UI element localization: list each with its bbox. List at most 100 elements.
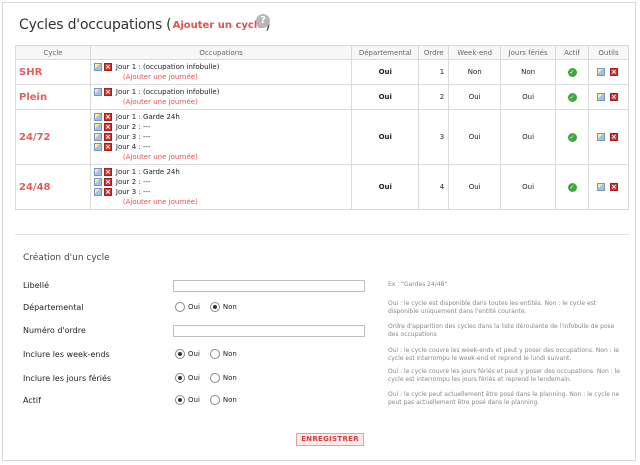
title-open-paren: ( — [166, 17, 172, 33]
weekends-radio-label: Non — [222, 350, 237, 358]
ordre-cell: 4 — [418, 164, 450, 210]
edit-icon[interactable] — [93, 88, 102, 96]
weekends-radio-oui[interactable] — [175, 349, 185, 359]
feries-cell: Oui — [500, 109, 557, 165]
edit-icon[interactable] — [93, 133, 102, 141]
col-departemental: Départemental — [351, 45, 420, 60]
table-row: 24/48 × Jour 1 : Garde 24h × Jour 2 : --… — [15, 164, 630, 210]
edit-cycle-icon[interactable] — [596, 133, 605, 141]
add-day-close: ) — [195, 198, 198, 206]
actif-cell: ✓ — [555, 164, 589, 210]
delete-cycle-icon[interactable]: × — [609, 93, 618, 101]
feries-label: Inclure les jours fériés — [23, 374, 112, 383]
departemental-cell: Oui — [351, 59, 420, 85]
delete-icon[interactable]: × — [103, 178, 112, 186]
col-actif: Actif — [555, 45, 589, 60]
delete-icon[interactable]: × — [103, 63, 112, 71]
weekends-radios: Oui Non — [175, 349, 247, 359]
cycle-name: 24/48 — [15, 164, 91, 210]
delete-cycle-icon[interactable]: × — [609, 68, 618, 76]
add-day-close: ) — [195, 98, 198, 106]
actif-radio-oui[interactable] — [175, 395, 185, 405]
add-day-link[interactable]: Ajouter une journée — [126, 153, 195, 161]
occupation-text: Jour 1 : (occupation infobulle) — [115, 88, 220, 96]
submit-button[interactable]: ENREGISTRER — [296, 433, 364, 446]
actif-cell: ✓ — [555, 109, 589, 165]
table-row: SHR × Jour 1 : (occupation infobulle) (A… — [15, 59, 630, 85]
add-day-link[interactable]: Ajouter une journée — [126, 98, 195, 106]
page-title: Cycles d'occupations — [19, 17, 163, 33]
delete-icon[interactable]: × — [103, 133, 112, 141]
edit-cycle-icon[interactable] — [596, 183, 605, 191]
edit-icon[interactable] — [93, 123, 102, 131]
col-outils: Outils — [587, 45, 630, 60]
delete-icon[interactable]: × — [103, 123, 112, 131]
occupation-line: × Jour 4 : --- — [93, 142, 351, 152]
edit-icon[interactable] — [93, 168, 102, 176]
delete-icon[interactable]: × — [103, 168, 112, 176]
feries-radio-oui[interactable] — [175, 373, 185, 383]
actif-radio-non[interactable] — [209, 395, 220, 405]
occupation-line: × Jour 1 : (occupation infobulle) — [93, 87, 351, 97]
delete-cycle-icon[interactable]: × — [609, 133, 618, 141]
add-day-wrap: (Ajouter une journée) — [94, 72, 351, 82]
delete-icon[interactable]: × — [103, 143, 112, 151]
weekends-label: Inclure les week-ends — [23, 350, 110, 359]
section-divider — [15, 234, 629, 235]
add-day-wrap: (Ajouter une journée) — [94, 197, 351, 207]
add-cycle-link[interactable]: Ajouter un cycle — [173, 20, 264, 31]
edit-cycle-icon[interactable] — [596, 93, 605, 101]
occupation-text: Jour 3 : --- — [115, 133, 151, 141]
occupation-text: Jour 2 : --- — [115, 123, 151, 131]
departemental-radio-label: Oui — [188, 303, 200, 311]
edit-icon[interactable] — [93, 113, 102, 121]
add-day-link[interactable]: Ajouter une journée — [126, 73, 195, 81]
occupation-line: × Jour 2 : --- — [93, 177, 351, 187]
check-icon: ✓ — [567, 132, 577, 142]
delete-icon[interactable]: × — [103, 88, 112, 96]
edit-icon[interactable] — [93, 63, 102, 71]
occupations-cell: × Jour 1 : (occupation infobulle) (Ajout… — [89, 59, 353, 85]
edit-cycle-icon[interactable] — [596, 68, 605, 76]
feries-cell: Oui — [500, 84, 557, 110]
departemental-radio-label: Non — [222, 303, 237, 311]
occupation-text: Jour 1 : Garde 24h — [115, 168, 180, 176]
occupations-cell: × Jour 1 : Garde 24h × Jour 2 : --- × Jo… — [89, 109, 353, 165]
add-day-link[interactable]: Ajouter une journée — [126, 198, 195, 206]
departemental-radio-non[interactable] — [209, 302, 220, 312]
actif-help: Oui : le cycle peut actuellement être po… — [388, 391, 620, 406]
libelle-input[interactable] — [173, 280, 365, 292]
libelle-label: Libellé — [23, 281, 50, 290]
col-ordre: Ordre — [418, 45, 450, 60]
departemental-cell: Oui — [351, 164, 420, 210]
check-icon: ✓ — [567, 67, 577, 77]
feries-radio-non[interactable] — [209, 373, 220, 383]
weekend-cell: Oui — [448, 84, 502, 110]
feries-radio-label: Non — [222, 374, 237, 382]
ordre-cell: 1 — [418, 59, 450, 85]
departemental-cell: Oui — [351, 84, 420, 110]
help-icon[interactable]: ? — [256, 14, 270, 28]
edit-icon[interactable] — [93, 143, 102, 151]
delete-cycle-icon[interactable]: × — [609, 183, 618, 191]
ordre-label: Numéro d'ordre — [23, 326, 86, 335]
edit-icon[interactable] — [93, 188, 102, 196]
occupation-line: × Jour 3 : --- — [93, 132, 351, 142]
departemental-help: Oui : le cycle est disponible dans toute… — [388, 300, 597, 315]
occupations-cell: × Jour 1 : (occupation infobulle) (Ajout… — [89, 84, 353, 110]
cycle-name: 24/72 — [15, 109, 91, 165]
occupation-line: × Jour 1 : Garde 24h — [93, 112, 351, 122]
delete-icon[interactable]: × — [103, 113, 112, 121]
feries-radios: Oui Non — [175, 373, 247, 383]
occupation-text: Jour 1 : Garde 24h — [115, 113, 180, 121]
cycle-name: SHR — [15, 59, 91, 85]
page-header: Cycles d'occupations ( Ajouter un cycle … — [19, 15, 271, 35]
weekends-radio-non[interactable] — [209, 349, 220, 359]
delete-icon[interactable]: × — [103, 188, 112, 196]
edit-icon[interactable] — [93, 178, 102, 186]
feries-radio-label: Oui — [188, 374, 200, 382]
weekends-help: Oui : le cycle couvre les week-ends et p… — [388, 347, 619, 362]
row-tools: × — [589, 133, 628, 141]
departemental-radio-oui[interactable] — [175, 302, 185, 312]
ordre-input[interactable] — [173, 325, 365, 337]
